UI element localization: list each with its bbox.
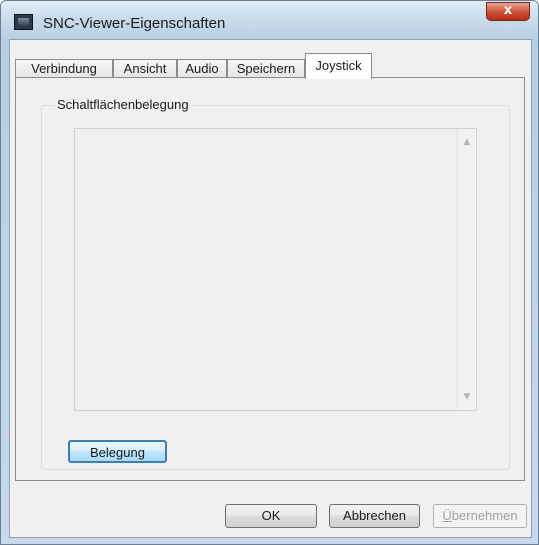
ok-button[interactable]: OK <box>225 504 317 528</box>
tab-ansicht[interactable]: Ansicht <box>113 59 177 78</box>
title-bar[interactable]: SNC-Viewer-Eigenschaften x <box>1 1 538 39</box>
camera-app-icon <box>14 14 33 30</box>
tab-audio[interactable]: Audio <box>177 59 227 78</box>
button-assignment-list[interactable]: ▲ ▼ <box>74 128 477 411</box>
assign-button[interactable]: Belegung <box>68 440 167 463</box>
cancel-button[interactable]: Abbrechen <box>329 504 420 528</box>
tab-speichern[interactable]: Speichern <box>227 59 305 78</box>
close-icon: x <box>503 3 513 18</box>
tab-verbindung[interactable]: Verbindung <box>15 59 113 78</box>
vertical-scrollbar[interactable]: ▲ ▼ <box>457 129 476 410</box>
window-title: SNC-Viewer-Eigenschaften <box>43 15 226 32</box>
scroll-up-arrow-icon[interactable]: ▲ <box>458 133 476 151</box>
apply-label-rest: bernehmen <box>451 508 518 523</box>
tab-joystick[interactable]: Joystick <box>305 53 372 79</box>
apply-mnemonic: Ü <box>442 508 452 523</box>
close-button[interactable]: x <box>486 2 530 21</box>
apply-button[interactable]: Übernehmen <box>433 504 527 528</box>
properties-dialog: SNC-Viewer-Eigenschaften x Verbindung An… <box>0 0 539 545</box>
scroll-down-arrow-icon[interactable]: ▼ <box>458 388 476 406</box>
group-label: Schaltflächenbelegung <box>54 97 192 112</box>
